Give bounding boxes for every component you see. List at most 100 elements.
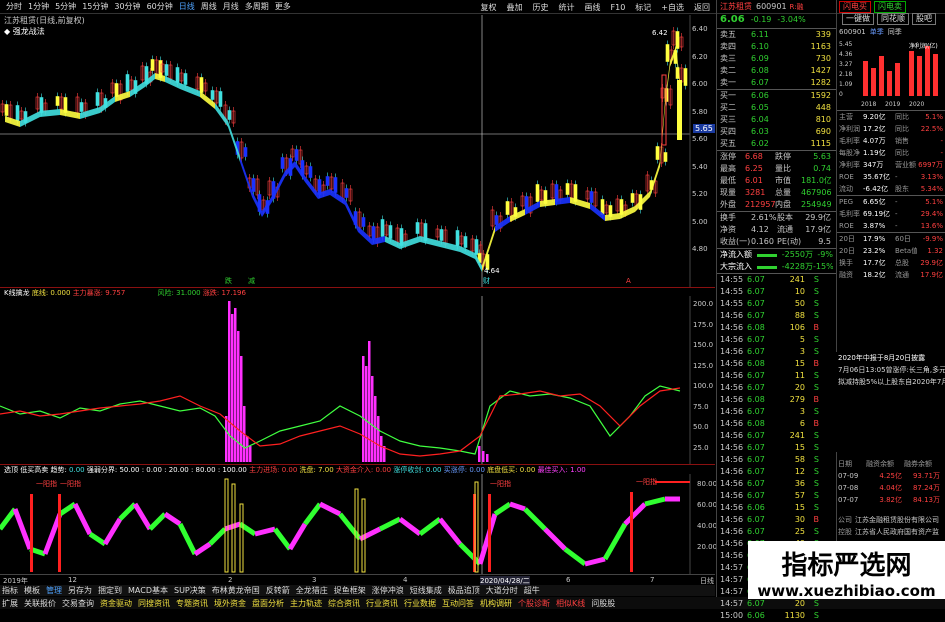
candle-body bbox=[125, 74, 130, 92]
volume-outline bbox=[354, 488, 359, 573]
indicator-tab[interactable]: 反转箭 bbox=[266, 585, 290, 596]
f10-tab-0[interactable]: 单季 bbox=[870, 26, 884, 38]
candlestick-chart[interactable]: 6.42 4.64 跌 减 财 A bbox=[0, 15, 715, 287]
tool-4[interactable]: 画线 bbox=[585, 2, 601, 13]
indicator-tab[interactable]: 短线集成 bbox=[410, 585, 442, 596]
info-tab[interactable]: 个股诊断 bbox=[518, 598, 550, 609]
info-tab[interactable]: 机构调研 bbox=[480, 598, 512, 609]
y-tick: 6.00 bbox=[692, 80, 708, 88]
indicator-tab[interactable]: 涨停冲浪 bbox=[372, 585, 404, 596]
period-3[interactable]: 15分钟 bbox=[82, 1, 108, 12]
period-9[interactable]: 多周期 bbox=[245, 1, 269, 12]
info-tab[interactable]: 相似K线 bbox=[556, 598, 585, 609]
order-level[interactable]: 买二 6.05 448 bbox=[717, 102, 836, 114]
f10-bar bbox=[871, 68, 876, 96]
indicator-tab[interactable]: 另存为 bbox=[68, 585, 92, 596]
flash-sell-button[interactable]: 闪电卖 bbox=[874, 1, 906, 13]
candle-body bbox=[308, 166, 313, 178]
indicator-tab[interactable]: MACD基本 bbox=[128, 585, 168, 596]
indicator-tab[interactable]: SUP决策 bbox=[174, 585, 206, 596]
period-8[interactable]: 月线 bbox=[223, 1, 239, 12]
indicator-tab[interactable]: 布林黄龙帝国 bbox=[212, 585, 260, 596]
period-2[interactable]: 5分钟 bbox=[55, 1, 76, 12]
info-tab[interactable]: 问股股 bbox=[591, 598, 615, 609]
info-tab[interactable]: 交易查询 bbox=[62, 598, 94, 609]
period-4[interactable]: 30分钟 bbox=[114, 1, 140, 12]
ths-button[interactable]: 同花顺 bbox=[877, 13, 909, 25]
indicator-tab[interactable]: 管理 bbox=[46, 585, 62, 596]
f10-tab-1[interactable]: 同季 bbox=[888, 26, 902, 38]
order-level[interactable]: 买三 6.04 810 bbox=[717, 114, 836, 126]
f10-row: 净利率 347万 营业额 6997万 bbox=[839, 161, 943, 169]
order-level[interactable]: 卖二 6.08 1427 bbox=[717, 65, 836, 77]
candle-body bbox=[675, 31, 680, 49]
period-0[interactable]: 分时 bbox=[6, 1, 22, 12]
news-item[interactable]: 拟减持股5%以上股东自2020年7月17日起... bbox=[836, 376, 945, 388]
indicator-tab[interactable]: 模板 bbox=[24, 585, 40, 596]
news-item[interactable]: 2020年中报于8月20日披露 bbox=[836, 352, 945, 364]
x-tick: 6 bbox=[566, 576, 571, 584]
indicator-tab[interactable]: 极品追顶 bbox=[448, 585, 480, 596]
period-10[interactable]: 更多 bbox=[275, 1, 291, 12]
quote-panel: 江苏租赁 600901 R:融 6.06 -0.19 -3.04% 卖五 6.11… bbox=[716, 0, 836, 620]
candle-body bbox=[663, 152, 668, 162]
info-tab[interactable]: 互动问答 bbox=[442, 598, 474, 609]
info-tab[interactable]: 行业数据 bbox=[404, 598, 436, 609]
indicator-tab[interactable]: 大道分时 bbox=[486, 585, 518, 596]
order-level[interactable]: 卖一 6.07 1282 bbox=[717, 77, 836, 89]
oscillator-chart[interactable] bbox=[0, 296, 715, 464]
info-tab[interactable]: 专题资讯 bbox=[176, 598, 208, 609]
y-tick: 5.60 bbox=[692, 135, 708, 143]
indicator-tab[interactable]: 捆定到 bbox=[98, 585, 122, 596]
one-click-button[interactable]: 一键做 bbox=[842, 13, 874, 25]
watermark: 指标严选网 www.xuezhibiao.com bbox=[748, 541, 945, 600]
tool-8[interactable]: 返回 bbox=[694, 2, 710, 13]
period-7[interactable]: 周线 bbox=[201, 1, 217, 12]
f10-y-tick: 0 bbox=[839, 91, 843, 98]
info-tab[interactable]: 关联报价 bbox=[24, 598, 56, 609]
indicator-tab[interactable]: 超牛 bbox=[524, 585, 540, 596]
info-tab[interactable]: 境外资金 bbox=[214, 598, 246, 609]
info-tab[interactable]: 主力轨迹 bbox=[290, 598, 322, 609]
tool-7[interactable]: +自选 bbox=[661, 2, 684, 13]
tool-3[interactable]: 统计 bbox=[559, 2, 575, 13]
candle-body bbox=[95, 92, 100, 106]
period-1[interactable]: 1分钟 bbox=[28, 1, 49, 12]
period-5[interactable]: 60分钟 bbox=[147, 1, 173, 12]
tool-0[interactable]: 复权 bbox=[481, 2, 497, 13]
period-6[interactable]: 日线 bbox=[179, 1, 195, 12]
order-level[interactable]: 买五 6.02 1115 bbox=[717, 138, 836, 150]
info-tab[interactable]: 同搜资讯 bbox=[138, 598, 170, 609]
osc-bar bbox=[246, 436, 249, 462]
trend-step bbox=[12, 508, 33, 550]
order-level[interactable]: 卖五 6.11 339 bbox=[717, 29, 836, 41]
candle-body bbox=[589, 191, 594, 203]
f10-fundamentals: 主营 9.20亿 同比 5.1% 净利润 17.2亿 同比 22.5% 毛利率 4.07万 销售 - 每… bbox=[837, 110, 945, 195]
info-tab[interactable]: 扩展 bbox=[2, 598, 18, 609]
flash-buy-button[interactable]: 闪电买 bbox=[839, 1, 871, 13]
order-level[interactable]: 买一 6.06 1592 bbox=[717, 90, 836, 102]
f10-y-tick: 4.36 bbox=[839, 51, 853, 58]
tool-1[interactable]: 叠加 bbox=[507, 2, 523, 13]
order-level[interactable]: 卖三 6.09 730 bbox=[717, 53, 836, 65]
indicator-tab[interactable]: 全龙猎庄 bbox=[296, 585, 328, 596]
order-level[interactable]: 卖四 6.10 1163 bbox=[717, 41, 836, 53]
x-axis: 2019年 12 2 3 4 2020/04/28/二 6 7 日线 bbox=[0, 574, 715, 586]
indicator-tab[interactable]: 捉鱼框架 bbox=[334, 585, 366, 596]
info-tab[interactable]: 盘面分析 bbox=[252, 598, 284, 609]
info-tab[interactable]: 综合资讯 bbox=[328, 598, 360, 609]
tool-2[interactable]: 历史 bbox=[533, 2, 549, 13]
tool-5[interactable]: F10 bbox=[611, 3, 626, 12]
forum-button[interactable]: 股吧 bbox=[912, 13, 936, 25]
indicator-tab[interactable]: 指标 bbox=[2, 585, 18, 596]
f10-performance: 20日 17.9% 60日 -9.9% 20日 23.2% Beta值 1.32 换手 17.7亿… bbox=[837, 232, 945, 281]
trend-chart[interactable]: 一阳指 一阳指 一阳指 一阳指 bbox=[0, 474, 715, 574]
order-level[interactable]: 买四 6.03 690 bbox=[717, 126, 836, 138]
candle-body bbox=[494, 215, 499, 225]
trend-step bbox=[644, 496, 666, 507]
tool-6[interactable]: 标记 bbox=[635, 2, 651, 13]
stock-name: 江苏租赁 bbox=[720, 2, 752, 11]
info-tab[interactable]: 行业资讯 bbox=[366, 598, 398, 609]
info-tab[interactable]: 资金驱动 bbox=[100, 598, 132, 609]
news-item[interactable]: 7月06日13:05曾涨停:长三角,多元金融 bbox=[836, 364, 945, 376]
